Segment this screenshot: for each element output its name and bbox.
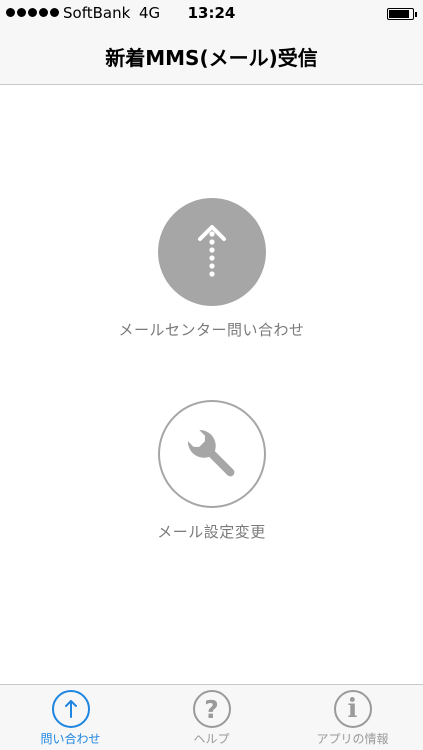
tab-app-info[interactable]: i アプリの情報	[282, 685, 423, 750]
wrench-icon	[187, 429, 234, 477]
mail-settings-action: メール設定変更	[0, 400, 423, 542]
tab-bar: 問い合わせ ? ヘルプ i アプリの情報	[0, 684, 423, 750]
page-title: 新着MMS(メール)受信	[105, 46, 318, 70]
mail-center-inquiry-label: メールセンター問い合わせ	[118, 321, 305, 339]
status-bar: SoftBank 4G 13:24	[0, 0, 423, 28]
tab-help-label: ヘルプ	[193, 732, 230, 746]
tab-app-info-label: アプリの情報	[316, 732, 389, 746]
question-mark-icon: ?	[192, 690, 231, 728]
mail-settings-label: メール設定変更	[157, 523, 266, 541]
status-time: 13:24	[187, 4, 236, 22]
navigation-bar: 新着MMS(メール)受信	[0, 28, 423, 85]
tab-inquiry[interactable]: 問い合わせ	[0, 685, 141, 750]
mail-settings-button[interactable]	[157, 400, 266, 508]
up-arrow-icon	[51, 690, 90, 728]
info-icon: i	[333, 690, 372, 728]
dotted-up-arrow-icon	[197, 225, 226, 277]
mail-center-inquiry-action: メールセンター問い合わせ	[0, 198, 423, 340]
tab-help[interactable]: ? ヘルプ	[141, 685, 282, 750]
battery-icon	[387, 8, 417, 20]
tab-inquiry-label: 問い合わせ	[40, 732, 101, 746]
mail-center-inquiry-button[interactable]	[157, 198, 266, 306]
app-screen: SoftBank 4G 13:24 新着MMS(メール)受信 メールセンター問い…	[0, 0, 423, 750]
